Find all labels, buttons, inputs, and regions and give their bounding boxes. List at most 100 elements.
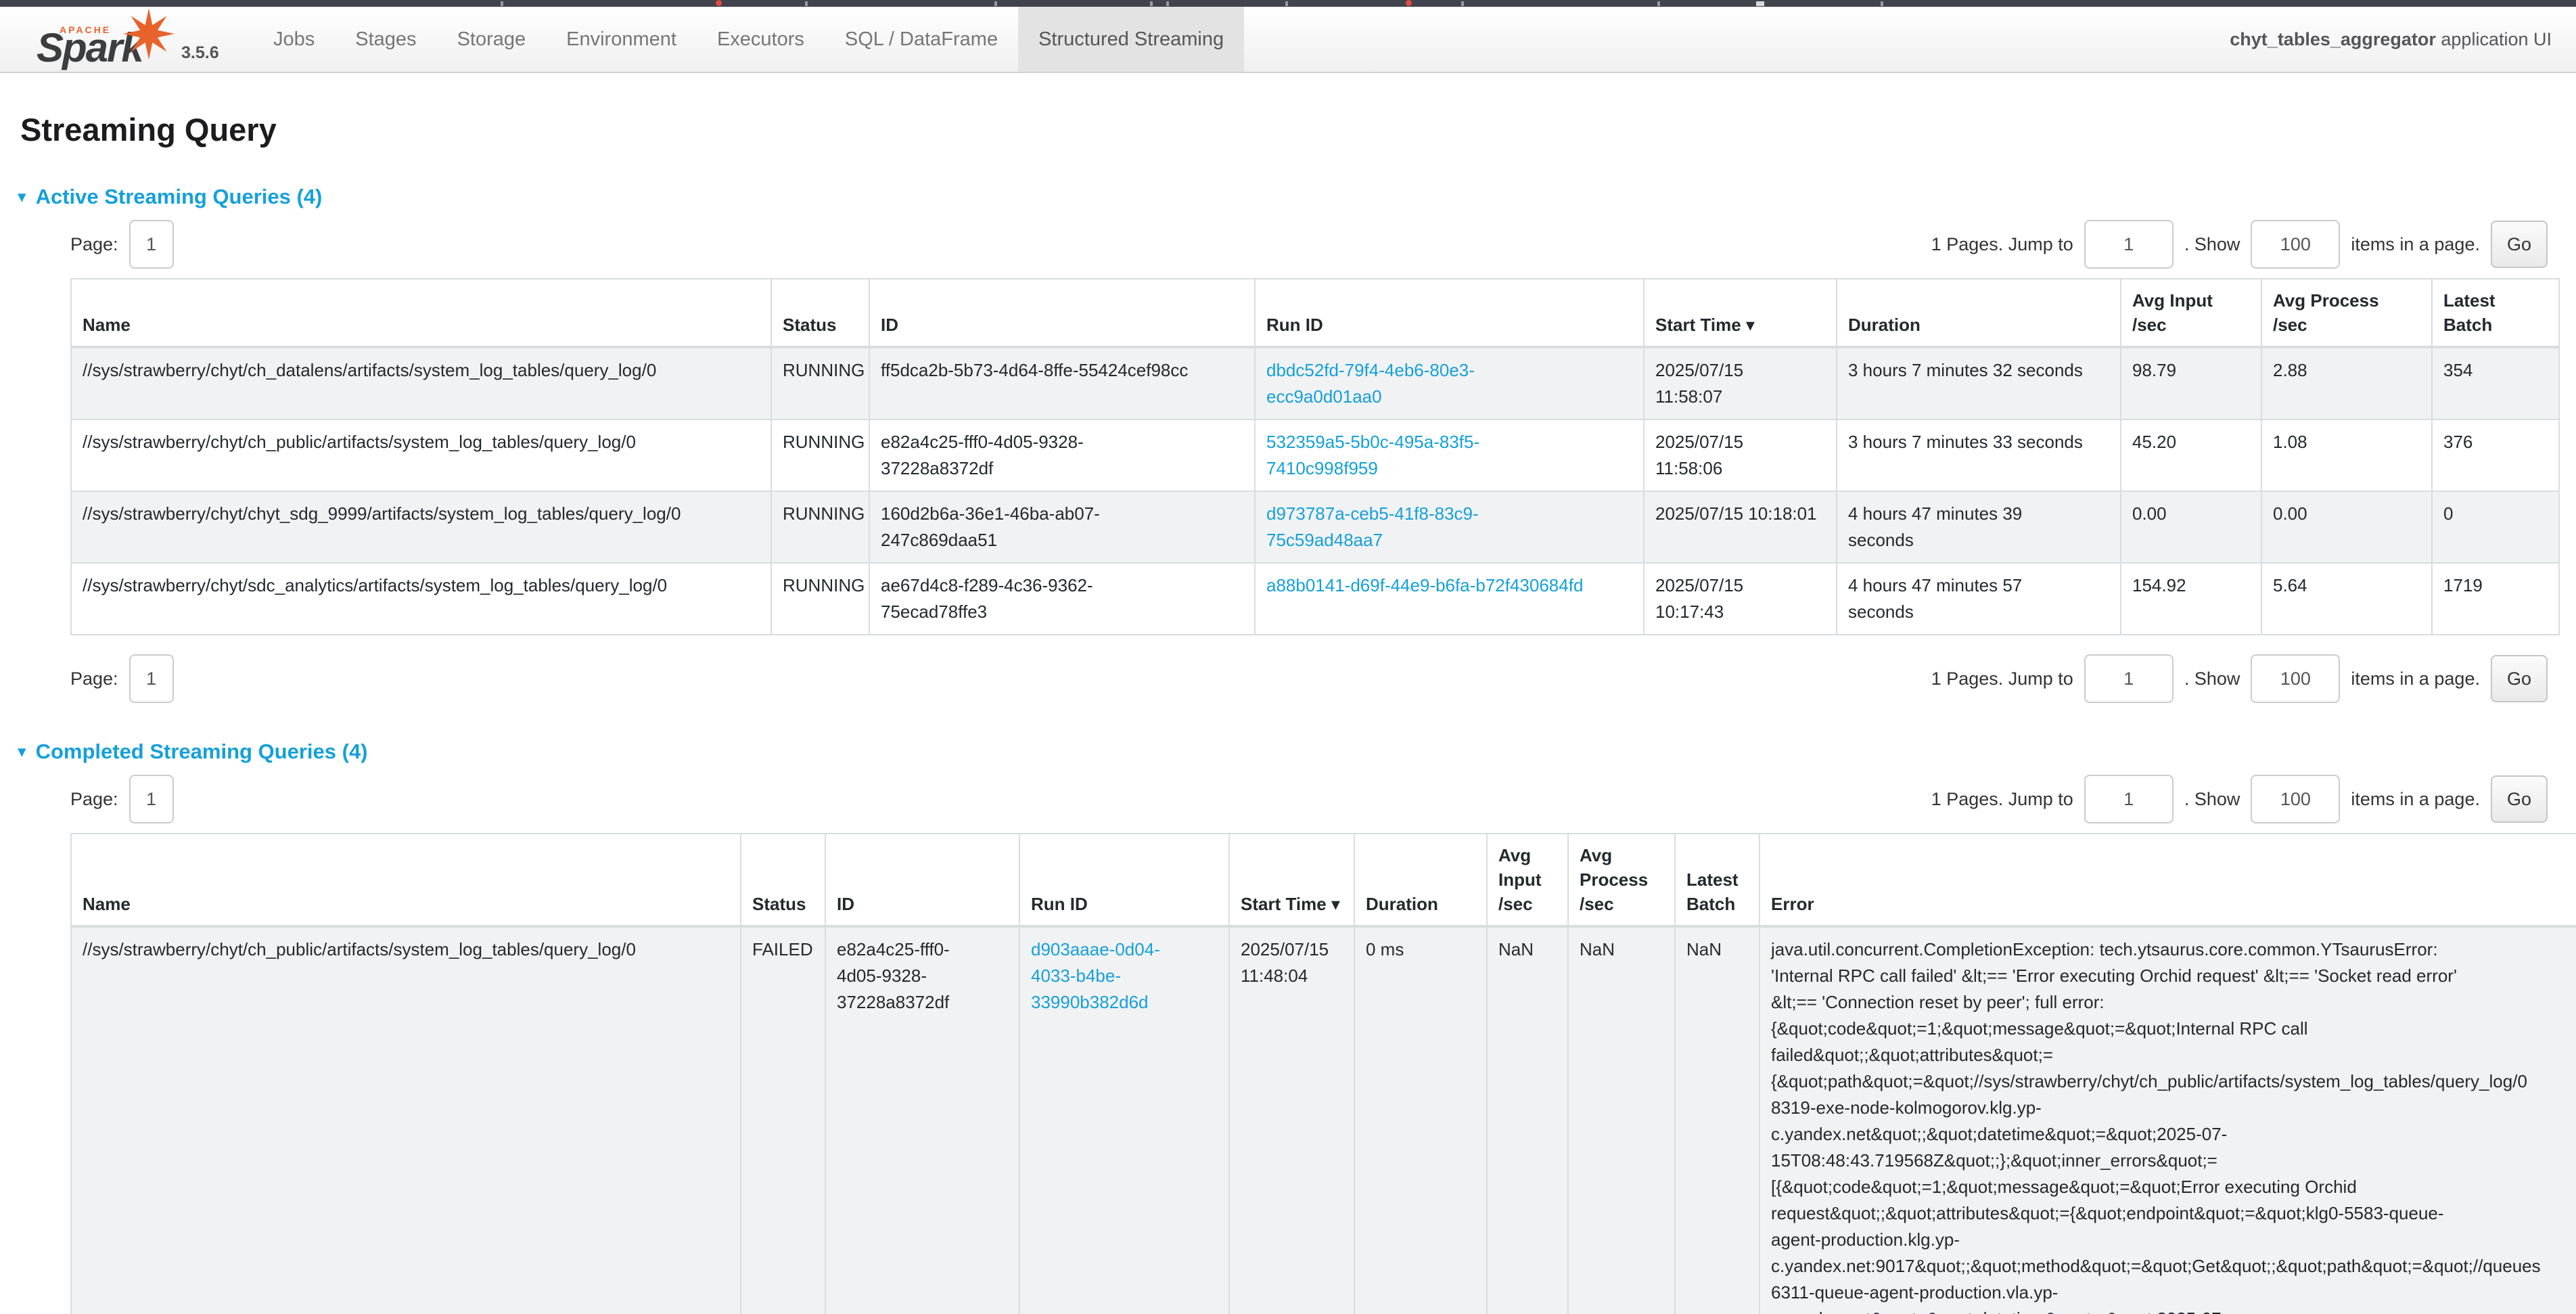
spark-logo: APACHE Spark 3.5.6	[20, 7, 244, 72]
cell-status: FAILED	[741, 926, 825, 1314]
cell-id: e82a4c25-fff0- 4d05-9328- 37228a8372df	[825, 926, 1019, 1314]
col-latest-batch[interactable]: Latest Batch	[1675, 834, 1760, 926]
col-run-id[interactable]: Run ID	[1019, 834, 1229, 926]
page-label: Page:	[70, 789, 118, 810]
col-start-time-sorted[interactable]: Start Time ▾	[1229, 834, 1354, 926]
col-avg-process[interactable]: Avg Process /sec	[1568, 834, 1675, 926]
completed-pagination-top: Page: 1 Pages. Jump to . Show items in a…	[70, 775, 2558, 823]
cell-name: //sys/strawberry/chyt/ch_public/artifact…	[71, 926, 741, 1314]
completed-queries-table: Name Status ID Run ID Start Time ▾ Durat…	[70, 833, 2576, 1314]
completed-queries-zone: Page: 1 Pages. Jump to . Show items in a…	[70, 775, 2558, 1314]
show-items-input[interactable]	[2251, 220, 2340, 269]
col-start-time-sorted[interactable]: Start Time ▾	[1644, 279, 1837, 347]
run-id-link[interactable]: 532359a5-5b0c-495a-83f5- 7410c998f959	[1266, 432, 1479, 478]
collapse-arrow-icon: ▾	[18, 744, 26, 761]
active-pagination-bottom: Page: 1 Pages. Jump to . Show items in a…	[70, 654, 2558, 703]
cell-start-time: 2025/07/15 11:48:04	[1229, 926, 1354, 1314]
col-run-id[interactable]: Run ID	[1255, 279, 1644, 347]
tab-sql-dataframe[interactable]: SQL / DataFrame	[825, 7, 1018, 72]
tab-structured-streaming[interactable]: Structured Streaming	[1018, 7, 1244, 72]
col-name[interactable]: Name	[71, 834, 741, 926]
browser-chrome-remnant	[1406, 0, 1412, 6]
table-row: //sys/strawberry/chyt/chyt_sdg_9999/arti…	[71, 491, 2559, 563]
cell-name: //sys/strawberry/chyt/ch_public/artifact…	[71, 420, 771, 491]
col-status[interactable]: Status	[771, 279, 869, 347]
cell-duration: 0 ms	[1354, 926, 1487, 1314]
tab-jobs[interactable]: Jobs	[253, 7, 335, 72]
col-avg-input[interactable]: Avg Input /sec	[1487, 834, 1568, 926]
go-button[interactable]: Go	[2491, 655, 2548, 702]
cell-start-time: 2025/07/15 11:58:07	[1644, 347, 1837, 420]
table-header-row: Name Status ID Run ID Start Time ▾ Durat…	[71, 834, 2576, 926]
cell-latest-batch: 354	[2432, 347, 2559, 420]
cell-avg-process: 1.08	[2261, 420, 2432, 491]
application-title: chyt_tables_aggregator application UI	[2230, 7, 2576, 72]
go-button[interactable]: Go	[2491, 775, 2548, 823]
cell-run-id: dbdc52fd-79f4-4eb6-80e3- ecc9a0d01aa0	[1255, 347, 1644, 420]
cell-run-id: d903aaae-0d04- 4033-b4be- 33990b382d6d	[1019, 926, 1229, 1314]
run-id-link[interactable]: d903aaae-0d04- 4033-b4be- 33990b382d6d	[1031, 939, 1160, 1012]
tab-storage[interactable]: Storage	[437, 7, 547, 72]
cell-id: 160d2b6a-36e1-46ba-ab07- 247c869daa51	[869, 491, 1255, 563]
run-id-link[interactable]: d973787a-ceb5-41f8-83c9- 75c59ad48aa7	[1266, 503, 1479, 550]
cell-run-id: 532359a5-5b0c-495a-83f5- 7410c998f959	[1255, 420, 1644, 491]
run-id-link[interactable]: a88b0141-d69f-44e9-b6fa-b72f430684fd	[1266, 575, 1583, 595]
collapse-arrow-icon: ▾	[18, 189, 26, 206]
active-queries-title[interactable]: Active Streaming Queries (4)	[36, 185, 323, 209]
col-duration[interactable]: Duration	[1837, 279, 2121, 347]
active-queries-section-header[interactable]: ▾ Active Streaming Queries (4)	[18, 185, 2558, 209]
table-row: //sys/strawberry/chyt/ch_public/artifact…	[71, 926, 2576, 1314]
cell-latest-batch: 0	[2432, 491, 2559, 563]
cell-latest-batch: 1719	[2432, 563, 2559, 635]
col-id[interactable]: ID	[825, 834, 1019, 926]
page-label: Page:	[70, 669, 118, 689]
total-pages-text: 1 Pages. Jump to	[1931, 669, 2073, 689]
show-items-input[interactable]	[2251, 654, 2340, 703]
cell-id: ae67d4c8-f289-4c36-9362- 75ecad78ffe3	[869, 563, 1255, 635]
cell-start-time: 2025/07/15 10:18:01	[1644, 491, 1837, 563]
completed-queries-title[interactable]: Completed Streaming Queries (4)	[36, 740, 368, 764]
page-label: Page:	[70, 234, 118, 255]
cell-duration: 4 hours 47 minutes 39 seconds	[1837, 491, 2121, 563]
cell-duration: 3 hours 7 minutes 33 seconds	[1837, 420, 2121, 491]
cell-start-time: 2025/07/15 10:17:43	[1644, 563, 1837, 635]
col-id[interactable]: ID	[869, 279, 1255, 347]
browser-tab-strip	[0, 0, 2576, 7]
browser-chrome-remnant	[501, 1, 503, 6]
col-avg-input[interactable]: Avg Input /sec	[2121, 279, 2261, 347]
browser-chrome-remnant	[1657, 1, 1660, 6]
cell-avg-process: NaN	[1568, 926, 1675, 1314]
cell-run-id: a88b0141-d69f-44e9-b6fa-b72f430684fd	[1255, 563, 1644, 635]
col-error[interactable]: Error	[1760, 834, 2576, 926]
tab-stages[interactable]: Stages	[335, 7, 436, 72]
show-items-input[interactable]	[2251, 775, 2340, 823]
nav-tabs: Jobs Stages Storage Environment Executor…	[253, 7, 1244, 72]
jump-to-input[interactable]	[2084, 775, 2174, 823]
cell-name: //sys/strawberry/chyt/chyt_sdg_9999/arti…	[71, 491, 771, 563]
cell-avg-input: 154.92	[2121, 563, 2261, 635]
col-latest-batch[interactable]: Latest Batch	[2432, 279, 2559, 347]
tab-executors[interactable]: Executors	[697, 7, 825, 72]
items-per-page-text: items in a page.	[2351, 234, 2480, 255]
run-id-link[interactable]: dbdc52fd-79f4-4eb6-80e3- ecc9a0d01aa0	[1266, 360, 1475, 407]
cell-start-time: 2025/07/15 11:58:06	[1644, 420, 1837, 491]
cell-avg-input: 98.79	[2121, 347, 2261, 420]
jump-to-input[interactable]	[2084, 654, 2174, 703]
col-avg-process[interactable]: Avg Process /sec	[2261, 279, 2432, 347]
show-text: . Show	[2184, 789, 2240, 810]
application-title-suffix: application UI	[2436, 29, 2552, 50]
items-per-page-text: items in a page.	[2351, 789, 2480, 810]
col-duration[interactable]: Duration	[1354, 834, 1487, 926]
tab-environment[interactable]: Environment	[546, 7, 697, 72]
page-number-input[interactable]	[129, 775, 174, 823]
jump-to-input[interactable]	[2084, 220, 2174, 269]
cell-name: //sys/strawberry/chyt/sdc_analytics/arti…	[71, 563, 771, 635]
table-header-row: Name Status ID Run ID Start Time ▾ Durat…	[71, 279, 2559, 347]
col-name[interactable]: Name	[71, 279, 771, 347]
page-number-input[interactable]	[129, 654, 174, 703]
page-number-input[interactable]	[129, 220, 174, 269]
completed-queries-section-header[interactable]: ▾ Completed Streaming Queries (4)	[18, 740, 2558, 764]
go-button[interactable]: Go	[2491, 221, 2548, 268]
col-status[interactable]: Status	[741, 834, 825, 926]
browser-chrome-remnant	[805, 1, 808, 6]
